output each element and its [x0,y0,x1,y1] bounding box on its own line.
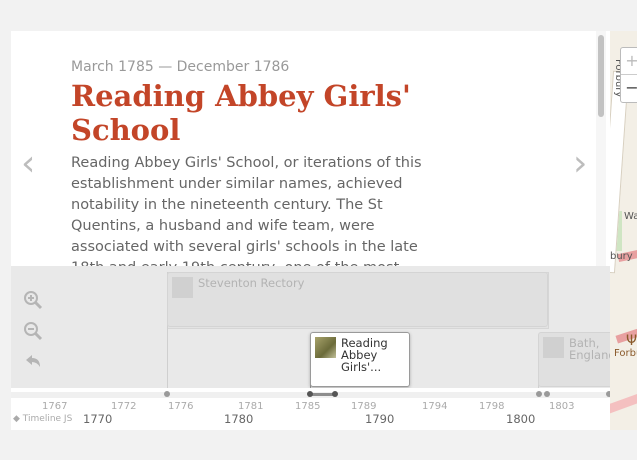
slide-headline: Reading Abbey Girls' School [71,79,411,147]
slide-scrollbar[interactable] [596,31,606,266]
map-street-label: Wa [624,211,637,222]
image-thumbnail-icon [172,277,193,298]
event-dot [164,391,170,397]
minor-year-label: 1803 [549,401,575,412]
back-arrow-icon[interactable] [23,352,43,372]
timeline-marker-reading-abbey[interactable]: Reading Abbey Girls'... [310,332,410,387]
marker-label: Bath, England [569,336,610,362]
map-zoom-in-button[interactable]: + [621,48,637,74]
minor-year-label: 1772 [111,401,137,412]
event-dot [307,391,313,397]
map-street-label: bury [610,251,633,262]
timeline-container: March 1785 — December 1786 Reading Abbey… [11,31,610,430]
minor-year-label: 1767 [42,401,68,412]
credit-label: Timeline JS [22,414,73,424]
major-year-label: 1770 [83,412,113,426]
minor-year-label: 1785 [295,401,321,412]
timeline-marker-steventon[interactable]: Steventon Rectory [167,272,548,327]
minor-year-label: 1776 [168,401,194,412]
marker-label: Reading Abbey Girls'... [341,336,388,374]
image-thumbnail-icon [315,337,336,358]
zoom-in-icon[interactable] [23,290,43,310]
image-thumbnail-icon [543,337,564,358]
map-road [610,392,637,415]
event-dot [536,391,542,397]
map-panel[interactable]: Forbury Wa bury Ψ Forbu + − [610,31,637,430]
minor-year-label: 1789 [351,401,377,412]
marker-label: Steventon Rectory [198,276,305,290]
diamond-icon: ◆ [13,414,20,424]
next-slide-button[interactable]: › [573,146,587,182]
scrollbar-thumb[interactable] [598,35,604,117]
map-zoom-out-button[interactable]: − [621,74,637,101]
slide-text: March 1785 — December 1786 Reading Abbey… [71,57,451,266]
map-street-label: Forbu [614,348,637,359]
major-year-label: 1790 [365,412,395,426]
timeline-nav: Steventon Rectory Reading Abbey Girls'..… [11,266,610,430]
map-zoom-control: + − [620,47,637,103]
time-axis[interactable]: 1767 1772 1776 1781 1785 1789 1794 1798 … [11,388,610,430]
previous-slide-button[interactable]: ‹ [21,146,35,182]
major-year-label: 1780 [224,412,254,426]
zoom-out-icon[interactable] [23,321,43,341]
slide: March 1785 — December 1786 Reading Abbey… [11,31,610,266]
event-dot [332,391,338,397]
restaurant-icon: Ψ [626,333,637,349]
minor-year-label: 1781 [238,401,264,412]
minor-year-label: 1794 [422,401,448,412]
major-year-label: 1800 [506,412,536,426]
slide-body: Reading Abbey Girls' School, or iteratio… [71,155,422,266]
minor-year-label: 1798 [479,401,505,412]
timeline-marker-bath[interactable]: Bath, England [538,332,610,387]
timelinejs-credit[interactable]: ◆ Timeline JS [13,414,72,424]
event-dot [544,391,550,397]
slide-date: March 1785 — December 1786 [71,59,290,75]
